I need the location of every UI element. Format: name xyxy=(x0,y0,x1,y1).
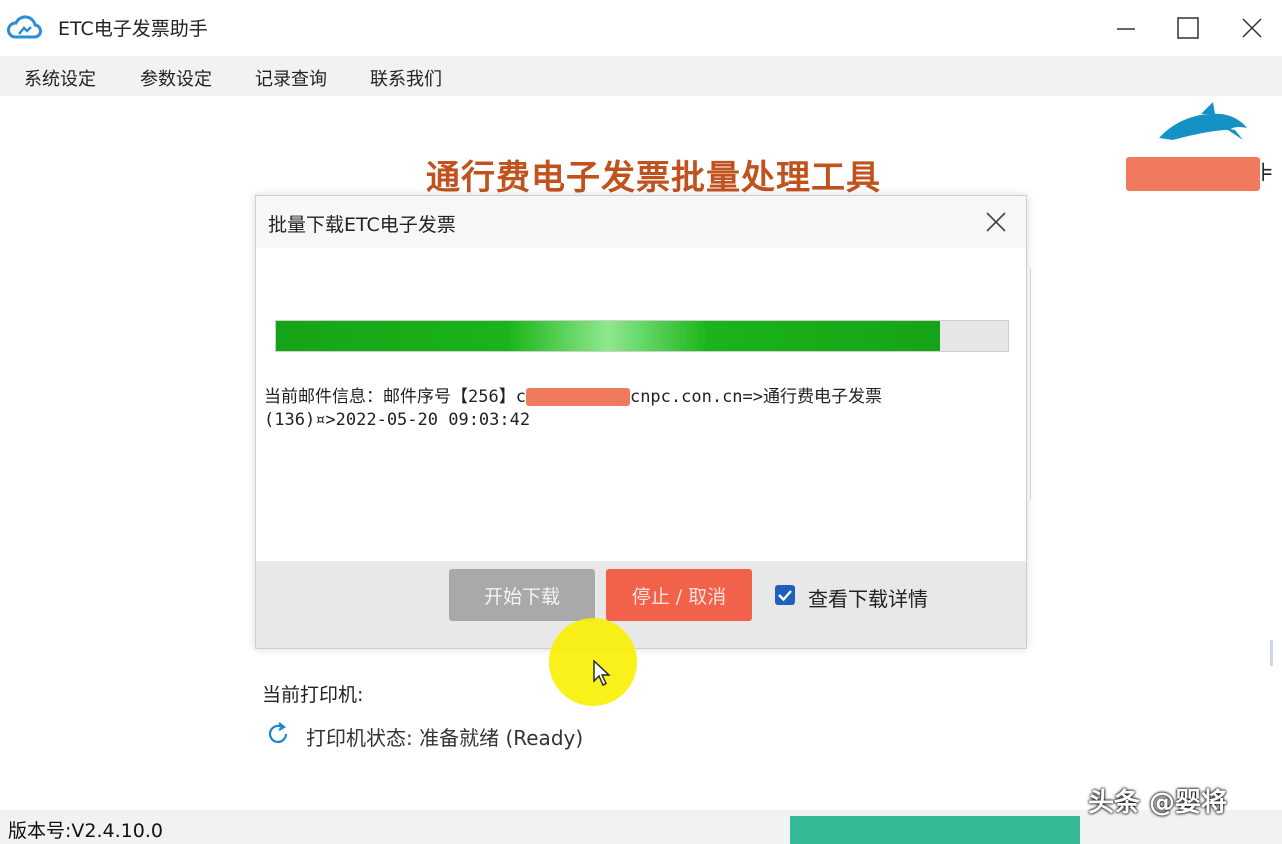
minimize-button[interactable] xyxy=(1106,10,1146,46)
current-printer-label: 当前打印机: xyxy=(262,684,364,706)
mouse-cursor-icon xyxy=(593,659,611,686)
menu-bar: 系统设定 参数设定 记录查询 联系我们 xyxy=(0,56,1282,96)
download-progress-bar xyxy=(275,320,1009,352)
dialog-footer: 开始下载 停止 / 取消 查看下载详情 xyxy=(256,561,1026,648)
redacted-block xyxy=(1126,157,1260,191)
maximize-button[interactable] xyxy=(1168,10,1208,46)
close-icon xyxy=(1242,18,1262,38)
start-download-button[interactable]: 开始下载 xyxy=(449,569,595,621)
window-title: ETC电子发票助手 xyxy=(58,18,208,40)
progress-fill xyxy=(276,321,940,351)
printer-status: 打印机状态: 准备就绪 (Ready) xyxy=(306,726,584,750)
view-details-label[interactable]: 查看下载详情 xyxy=(808,583,928,612)
stop-cancel-button[interactable]: 停止 / 取消 xyxy=(606,569,752,621)
version-label: 版本号:V2.4.10.0 xyxy=(8,820,163,842)
minimize-icon xyxy=(1117,28,1135,30)
cloud-app-icon xyxy=(7,15,42,39)
partial-glyph: ⊧ xyxy=(1260,158,1274,188)
background-panel-edge xyxy=(1030,268,1031,500)
current-mail-info: 当前邮件信息：邮件序号【256】c cnpc.con.cn=>通行费电子发票 (1… xyxy=(264,386,1014,432)
status-teal-bar xyxy=(790,816,1080,844)
menu-record-query[interactable]: 记录查询 xyxy=(255,65,327,91)
mail-info-line-2: (136)¤>2022-05-20 09:03:42 xyxy=(264,410,531,430)
close-button[interactable] xyxy=(1232,10,1272,46)
background-scroll-marker xyxy=(1270,640,1273,666)
watermark-text: 头条 @婴将 xyxy=(1088,788,1228,818)
dolphin-logo-icon xyxy=(1159,102,1247,140)
dialog-close-icon[interactable] xyxy=(982,208,1010,236)
menu-contact-us[interactable]: 联系我们 xyxy=(370,65,442,91)
mail-info-line-1: 当前邮件信息：邮件序号【256】c cnpc.con.cn=>通行费电子发票 xyxy=(264,386,1014,409)
mail-info-suffix: cnpc.con.cn=>通行费电子发票 xyxy=(629,387,883,407)
menu-parameter-settings[interactable]: 参数设定 xyxy=(140,65,212,91)
refresh-icon[interactable] xyxy=(265,721,291,747)
batch-download-dialog: 批量下载ETC电子发票 当前邮件信息：邮件序号【256】c cnpc.con.cn… xyxy=(255,195,1027,649)
maximize-icon xyxy=(1177,17,1199,39)
checkmark-icon xyxy=(778,590,792,602)
title-bar: ETC电子发票助手 xyxy=(0,0,1282,56)
dialog-title-bar: 批量下载ETC电子发票 xyxy=(256,196,1026,248)
mail-info-prefix: 当前邮件信息：邮件序号【256】c xyxy=(264,387,526,407)
dialog-title: 批量下载ETC电子发票 xyxy=(268,214,456,236)
menu-system-settings[interactable]: 系统设定 xyxy=(24,65,96,91)
redacted-email xyxy=(525,388,630,406)
view-details-checkbox[interactable] xyxy=(775,585,795,605)
